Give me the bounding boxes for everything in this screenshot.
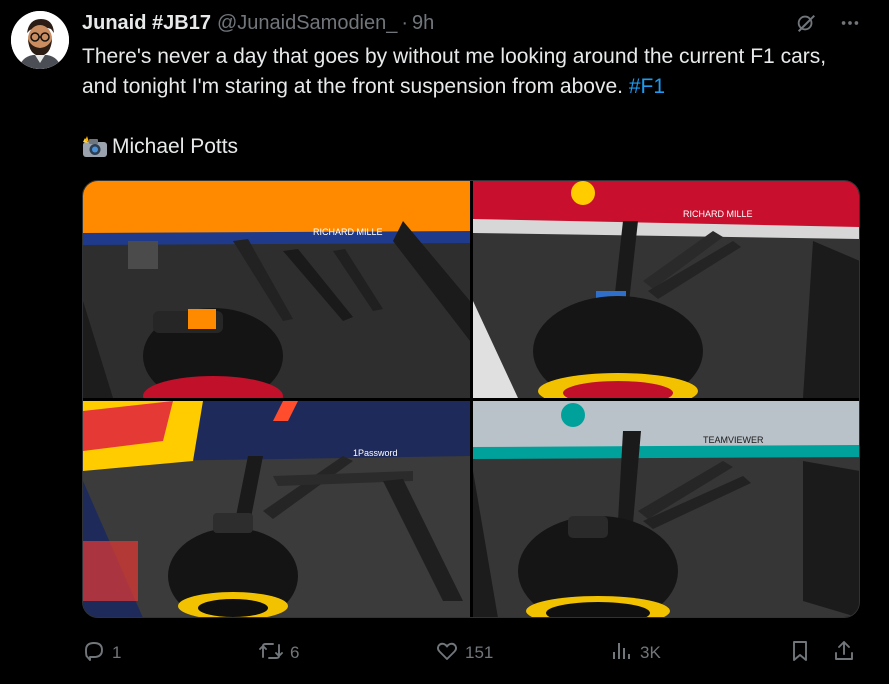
svg-text:RICHARD MILLE: RICHARD MILLE	[313, 227, 383, 237]
svg-text:1Password: 1Password	[353, 448, 398, 458]
tweet-action-bar: 1 6 151 3K	[82, 638, 860, 668]
timestamp[interactable]: 9h	[412, 12, 434, 35]
like-button[interactable]: 151	[435, 638, 493, 668]
separator-dot: ·	[401, 11, 409, 34]
share-button[interactable]	[832, 638, 856, 668]
share-icon	[832, 639, 856, 668]
photo-mercedes[interactable]: TEAMVIEWER	[473, 401, 859, 617]
tweet-top-actions	[795, 12, 861, 34]
tweet: Junaid #JB17 @JunaidSamodien_ · 9h There…	[0, 0, 889, 684]
reply-button[interactable]: 1	[82, 638, 121, 668]
photo-mclaren[interactable]: RICHARD MILLE	[83, 181, 470, 398]
tweet-body: There's never a day that goes by without…	[82, 45, 827, 98]
more-icon[interactable]	[839, 12, 861, 34]
photo-credit: Michael Potts	[82, 132, 238, 162]
display-name[interactable]: Junaid #JB17	[82, 12, 211, 35]
views-count: 3K	[640, 643, 661, 662]
repost-button[interactable]: 6	[258, 638, 299, 668]
bookmark-button[interactable]	[788, 638, 812, 668]
avatar-illustration	[11, 11, 69, 69]
views-icon	[610, 639, 634, 668]
camera-icon	[82, 136, 108, 158]
like-count: 151	[465, 643, 494, 662]
like-icon	[435, 639, 459, 668]
svg-text:RICHARD MILLE: RICHARD MILLE	[683, 209, 753, 219]
tweet-text: There's never a day that goes by without…	[82, 42, 862, 102]
credit-name: Michael Potts	[112, 135, 239, 158]
bookmark-icon	[788, 639, 812, 668]
user-handle[interactable]: @JunaidSamodien_	[217, 12, 397, 35]
svg-text:TEAMVIEWER: TEAMVIEWER	[703, 435, 764, 445]
grok-icon[interactable]	[795, 12, 817, 34]
reply-count: 1	[112, 643, 122, 662]
reply-icon	[82, 639, 106, 668]
tweet-header: Junaid #JB17 @JunaidSamodien_ · 9h	[82, 10, 434, 36]
repost-count: 6	[290, 643, 300, 662]
views-button[interactable]: 3K	[610, 638, 661, 668]
photo-ferrari[interactable]: RICHARD MILLE	[473, 181, 859, 398]
hashtag-link[interactable]: #F1	[629, 75, 665, 98]
avatar[interactable]	[11, 11, 69, 69]
media-grid: RICHARD MILLE RICHARD MILLE 1Password TE…	[82, 180, 860, 618]
photo-redbull[interactable]: 1Password	[83, 401, 470, 617]
repost-icon	[258, 639, 284, 668]
